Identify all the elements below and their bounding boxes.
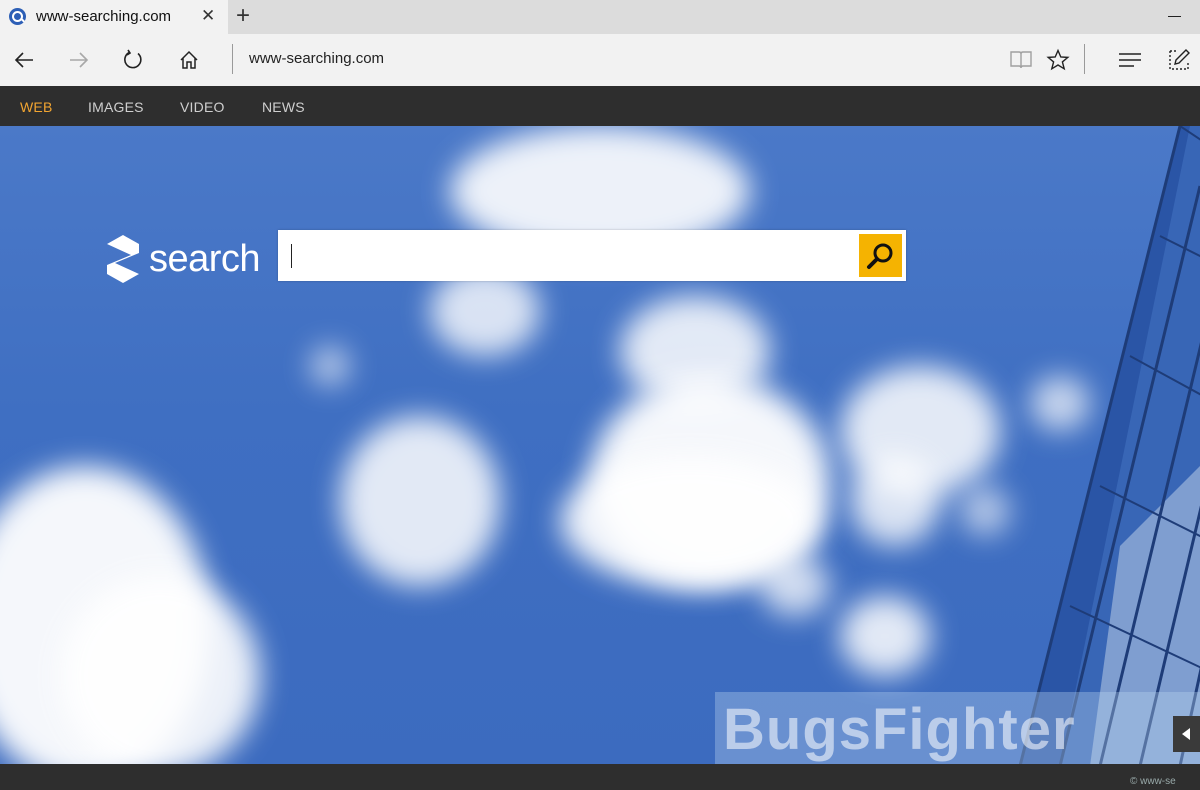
logo-text: search xyxy=(149,237,261,280)
forward-button[interactable] xyxy=(66,47,92,73)
web-note-button[interactable] xyxy=(1166,47,1192,73)
refresh-button[interactable] xyxy=(120,47,146,73)
menu-lines-icon xyxy=(1119,53,1141,67)
search-logo: search xyxy=(103,233,261,285)
address-bar[interactable]: www-searching.com xyxy=(249,50,384,67)
navigation-bar: www-searching.com xyxy=(0,34,1200,87)
arrow-right-icon xyxy=(70,52,89,68)
menu-item-news[interactable]: NEWS xyxy=(262,99,305,115)
menu-item-video[interactable]: VIDEO xyxy=(180,99,225,115)
web-note-icon xyxy=(1169,49,1190,70)
home-icon xyxy=(180,50,198,69)
search-button[interactable] xyxy=(859,234,902,277)
minimize-button[interactable] xyxy=(1168,16,1181,17)
menu-item-web[interactable]: WEB xyxy=(20,99,53,115)
nav-separator xyxy=(1084,44,1085,74)
search-form xyxy=(278,230,906,281)
favorite-button[interactable] xyxy=(1045,47,1071,73)
site-menu: WEB IMAGES VIDEO NEWS xyxy=(0,86,1200,126)
footer-bar xyxy=(0,764,1200,790)
hub-button[interactable] xyxy=(1117,47,1143,73)
side-panel-toggle[interactable] xyxy=(1173,716,1200,752)
refresh-icon xyxy=(124,49,142,69)
book-icon xyxy=(1010,51,1032,69)
tab-strip: www-searching.com ✕ + xyxy=(0,0,1200,34)
nav-separator xyxy=(232,44,233,74)
back-button[interactable] xyxy=(11,47,37,73)
tab-title: www-searching.com xyxy=(36,8,172,25)
s-logo-icon xyxy=(107,235,139,283)
menu-item-images[interactable]: IMAGES xyxy=(88,99,144,115)
new-tab-button[interactable]: + xyxy=(236,3,250,29)
text-caret xyxy=(291,244,292,268)
site-favicon-icon xyxy=(9,8,26,25)
search-input[interactable] xyxy=(278,230,848,281)
browser-tab[interactable]: www-searching.com ✕ xyxy=(0,0,228,34)
watermark-text: BugsFighter xyxy=(723,697,1076,762)
star-icon xyxy=(1046,48,1070,71)
glass-building-image xyxy=(1018,126,1200,764)
watermark: BugsFighter xyxy=(715,692,1200,764)
arrow-left-icon xyxy=(14,52,33,68)
search-icon xyxy=(866,243,892,269)
tab-close-button[interactable]: ✕ xyxy=(201,6,215,26)
watermark-copyright: © www-se xyxy=(1130,776,1176,787)
home-button[interactable] xyxy=(176,47,202,73)
reading-view-button[interactable] xyxy=(1008,47,1034,73)
sky-background-image xyxy=(0,126,1200,764)
